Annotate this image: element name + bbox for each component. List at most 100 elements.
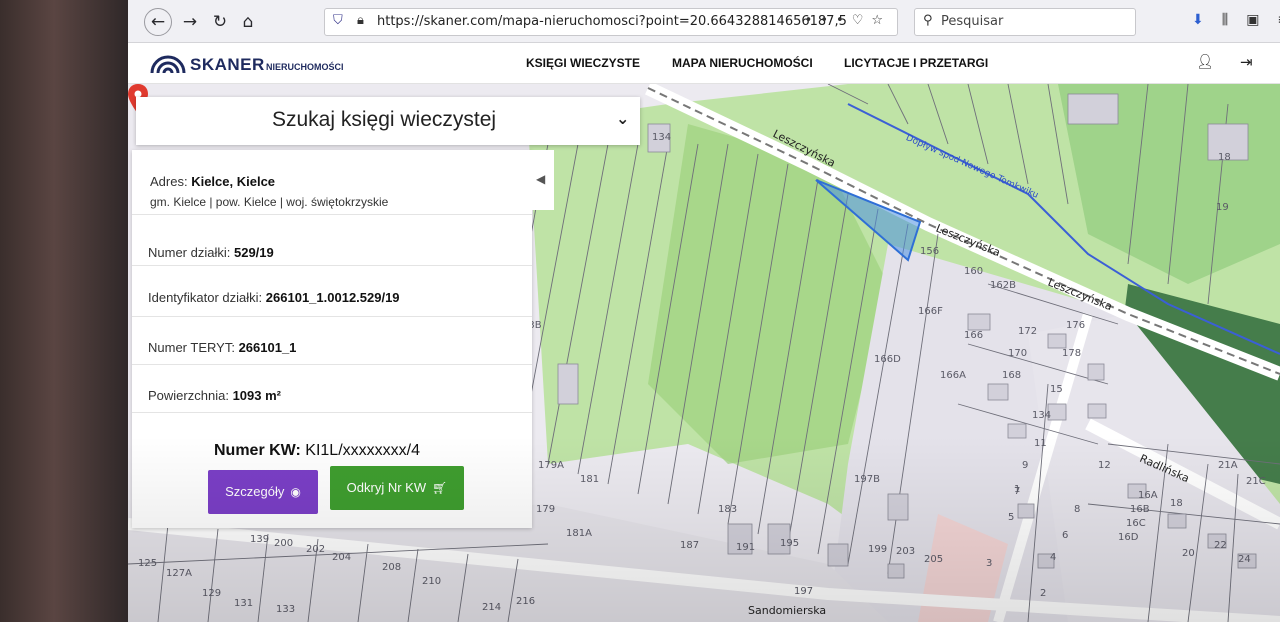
back-arrow-icon[interactable]: ←	[144, 8, 172, 36]
parcel-label: 210	[422, 576, 442, 587]
parcel-label: 197B	[854, 474, 880, 485]
library-icon[interactable]: ⫼	[1222, 12, 1246, 28]
home-icon[interactable]: ⌂	[236, 10, 260, 34]
details-button[interactable]: Szczegóły ◉	[208, 470, 318, 514]
parcel-label: 21C	[1246, 476, 1266, 487]
download-icon[interactable]: ⬇	[1192, 12, 1222, 28]
parcel-label: 205	[924, 554, 944, 565]
parcel-label: 160	[964, 266, 984, 277]
search-box[interactable]: ⚲ Pesquisar	[914, 8, 1136, 36]
parcel-label: 156	[920, 246, 940, 257]
parcel-number-row: Numer działki: 529/19	[132, 225, 532, 266]
parcel-id-label: Identyfikator działki:	[148, 290, 263, 305]
parcel-label: 12	[1098, 460, 1111, 471]
parcel-label: 195	[780, 538, 800, 549]
address-bar[interactable]: ⛉ 🔒︎ https://skaner.com/mapa-nieruchomos…	[324, 8, 898, 36]
parcel-label: 16B	[1130, 504, 1150, 515]
logo-icon	[150, 55, 186, 74]
parcel-label: 170	[1008, 348, 1028, 359]
parcel-label: 172	[1018, 326, 1038, 337]
pocket-icon[interactable]: ♡	[852, 13, 872, 28]
teryt-value: 266101_1	[238, 340, 297, 355]
parcel-label: 21A	[1218, 460, 1238, 471]
parcel-label: 200	[274, 538, 294, 549]
browser-toolbar: ← → ↻ ⌂ ⛉ 🔒︎ https://skaner.com/mapa-nie…	[128, 0, 1280, 43]
eye-icon: ◉	[290, 485, 301, 499]
parcel-label: 214	[482, 602, 502, 613]
address-row: Adres: Kielce, Kielce gm. Kielce | pow. …	[132, 150, 532, 215]
caret-left-icon[interactable]: ◀	[536, 172, 545, 186]
area-label: Powierzchnia:	[148, 388, 229, 403]
parcel-label: 127A	[166, 568, 192, 579]
parcel-label: 208	[382, 562, 402, 573]
parcel-label: 16A	[1138, 490, 1158, 501]
parcel-label: 166F	[918, 306, 943, 317]
more-dots-icon[interactable]: •••	[805, 13, 852, 28]
shield-icon[interactable]: ⛉	[333, 13, 343, 28]
parcel-label: 4	[1050, 552, 1057, 563]
toolbar-icons: ⬇⫼▣≡	[1192, 12, 1280, 28]
sidebar-icon[interactable]: ▣	[1246, 12, 1277, 28]
parcel-label: 134	[1032, 410, 1052, 421]
parcel-label: 179	[536, 504, 556, 515]
cart-icon: 🛒︎	[432, 481, 448, 495]
nav-licytacje-przetargi[interactable]: LICYTACJE I PRZETARGI	[844, 56, 988, 70]
logout-icon[interactable]: ⇥	[1240, 53, 1253, 71]
parcel-label: 181A	[566, 528, 592, 539]
parcel-label: 134	[652, 132, 672, 143]
parcel-label: 176	[1066, 320, 1086, 331]
reload-icon[interactable]: ↻	[208, 10, 232, 34]
parcel-label: 203	[896, 546, 916, 557]
parcel-label: 204	[332, 552, 352, 563]
parcel-label: 199	[868, 544, 888, 555]
screen: ← → ↻ ⌂ ⛉ 🔒︎ https://skaner.com/mapa-nie…	[128, 0, 1280, 622]
parcel-label: 187	[680, 540, 700, 551]
parcel-label: 133	[276, 604, 296, 615]
bookmark-star-icon[interactable]: ☆	[871, 13, 891, 28]
parcel-label: 6	[1062, 530, 1069, 541]
parcel-label: 3	[986, 558, 993, 569]
forward-arrow-icon[interactable]: →	[178, 10, 202, 34]
address-label: Adres:	[150, 174, 188, 189]
panel-collapse-tab[interactable]: ◀	[528, 150, 554, 210]
background-desk	[0, 0, 135, 622]
url-text[interactable]: https://skaner.com/mapa-nieruchomosci?po…	[377, 14, 847, 29]
parcel-label: 16D	[1118, 532, 1139, 543]
parcel-label: 216	[516, 596, 536, 607]
parcel-label: 166D	[874, 354, 901, 365]
parcel-label: 191	[736, 542, 756, 553]
parcel-label: 129	[202, 588, 222, 599]
kw-number: Numer KW: KI1L/xxxxxxxx/4	[214, 442, 420, 460]
teryt-row: Numer TERYT: 266101_1	[132, 320, 532, 365]
kw-label: Numer KW:	[214, 442, 301, 459]
user-icon[interactable]: 👤︎	[1196, 54, 1214, 70]
search-input[interactable]: Pesquisar	[941, 14, 1003, 29]
nav-mapa-nieruchomosci[interactable]: MAPA NIERUCHOMOŚCI	[672, 56, 813, 70]
url-actions[interactable]: •••♡☆	[805, 13, 891, 28]
search-icon: ⚲	[923, 13, 933, 28]
logo-subtext[interactable]: NIERUCHOMOŚCI	[266, 62, 344, 72]
nav-ksiegi-wieczyste[interactable]: KSIĘGI WIECZYSTE	[526, 56, 640, 70]
search-panel-header[interactable]: Szukaj księgi wieczystej ⌄	[136, 97, 640, 145]
details-button-label: Szczegóły	[225, 484, 285, 499]
kw-value: KI1L/xxxxxxxx/4	[305, 442, 420, 459]
parcel-label: 168	[1002, 370, 1022, 381]
parcel-info-panel: Adres: Kielce, Kielce gm. Kielce | pow. …	[132, 150, 532, 528]
chevron-down-icon[interactable]: ⌄	[616, 109, 629, 128]
parcel-label: 197	[794, 586, 814, 597]
parcel-id-row: Identyfikator działki: 266101_1.0012.529…	[132, 270, 532, 317]
lock-icon[interactable]: 🔒︎	[357, 13, 364, 28]
street-label: Sandomierska	[748, 604, 827, 617]
parcel-label: 178	[1062, 348, 1082, 359]
logo-text[interactable]: SKANER	[190, 55, 265, 75]
parcel-label: 166	[964, 330, 984, 341]
parcel-label: 179A	[538, 460, 564, 471]
parcel-label: 139	[250, 534, 270, 545]
reveal-kw-button[interactable]: Odkryj Nr KW 🛒︎	[330, 466, 464, 510]
parcel-label: 8	[1074, 504, 1081, 515]
parcel-label: 125	[138, 558, 158, 569]
parcel-label: 9	[1022, 460, 1029, 471]
parcel-label: 181	[580, 474, 600, 485]
area-value: 1093 m²	[232, 388, 281, 403]
parcel-label: 1	[1014, 484, 1021, 495]
